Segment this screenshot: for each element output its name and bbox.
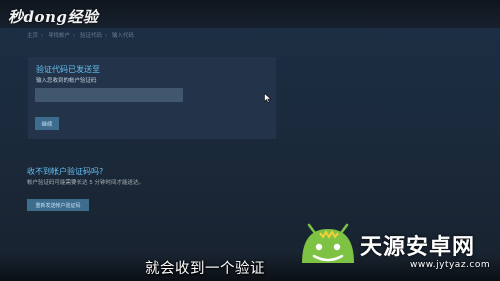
site-url: www.jytyaz.com xyxy=(410,260,491,270)
breadcrumb-item-home[interactable]: 主页 xyxy=(27,33,38,39)
video-watermark-logo: 秒dong经验 xyxy=(8,8,99,26)
video-subtitle: 就会收到一个验证 xyxy=(145,261,265,277)
android-logo-icon xyxy=(302,223,354,263)
site-watermark: 天源安卓网 www.jytyaz.com xyxy=(298,223,500,281)
help-description: 帐户验证码可能需要长达 5 分钟时间才能送达。 xyxy=(27,180,144,186)
verification-code-input[interactable] xyxy=(35,88,183,102)
breadcrumb-separator: › xyxy=(104,33,108,39)
breadcrumb-separator: › xyxy=(72,33,76,39)
breadcrumb-separator: › xyxy=(41,33,44,39)
code-field-label: 输入您收到的帐户验证码 xyxy=(36,78,97,84)
breadcrumb: 主页 › 寻找帐户 › 验证代码 › 输入代码 xyxy=(27,31,137,39)
mouse-pointer-icon xyxy=(264,93,272,103)
verify-code-card: 验证代码已发送至 输入您收到的帐户验证码 继续 xyxy=(28,57,276,139)
continue-button[interactable]: 继续 xyxy=(35,117,59,130)
resend-code-button[interactable]: 重新发送帐户验证码 xyxy=(27,199,89,211)
help-title: 收不到帐户验证码吗? xyxy=(27,167,104,176)
breadcrumb-item-enter-code: 输入代码 xyxy=(111,33,134,39)
card-title: 验证代码已发送至 xyxy=(36,65,100,74)
site-name: 天源安卓网 xyxy=(360,235,476,260)
breadcrumb-item-find-account[interactable]: 寻找帐户 xyxy=(48,33,70,39)
breadcrumb-item-verify-code[interactable]: 验证代码 xyxy=(80,33,102,39)
